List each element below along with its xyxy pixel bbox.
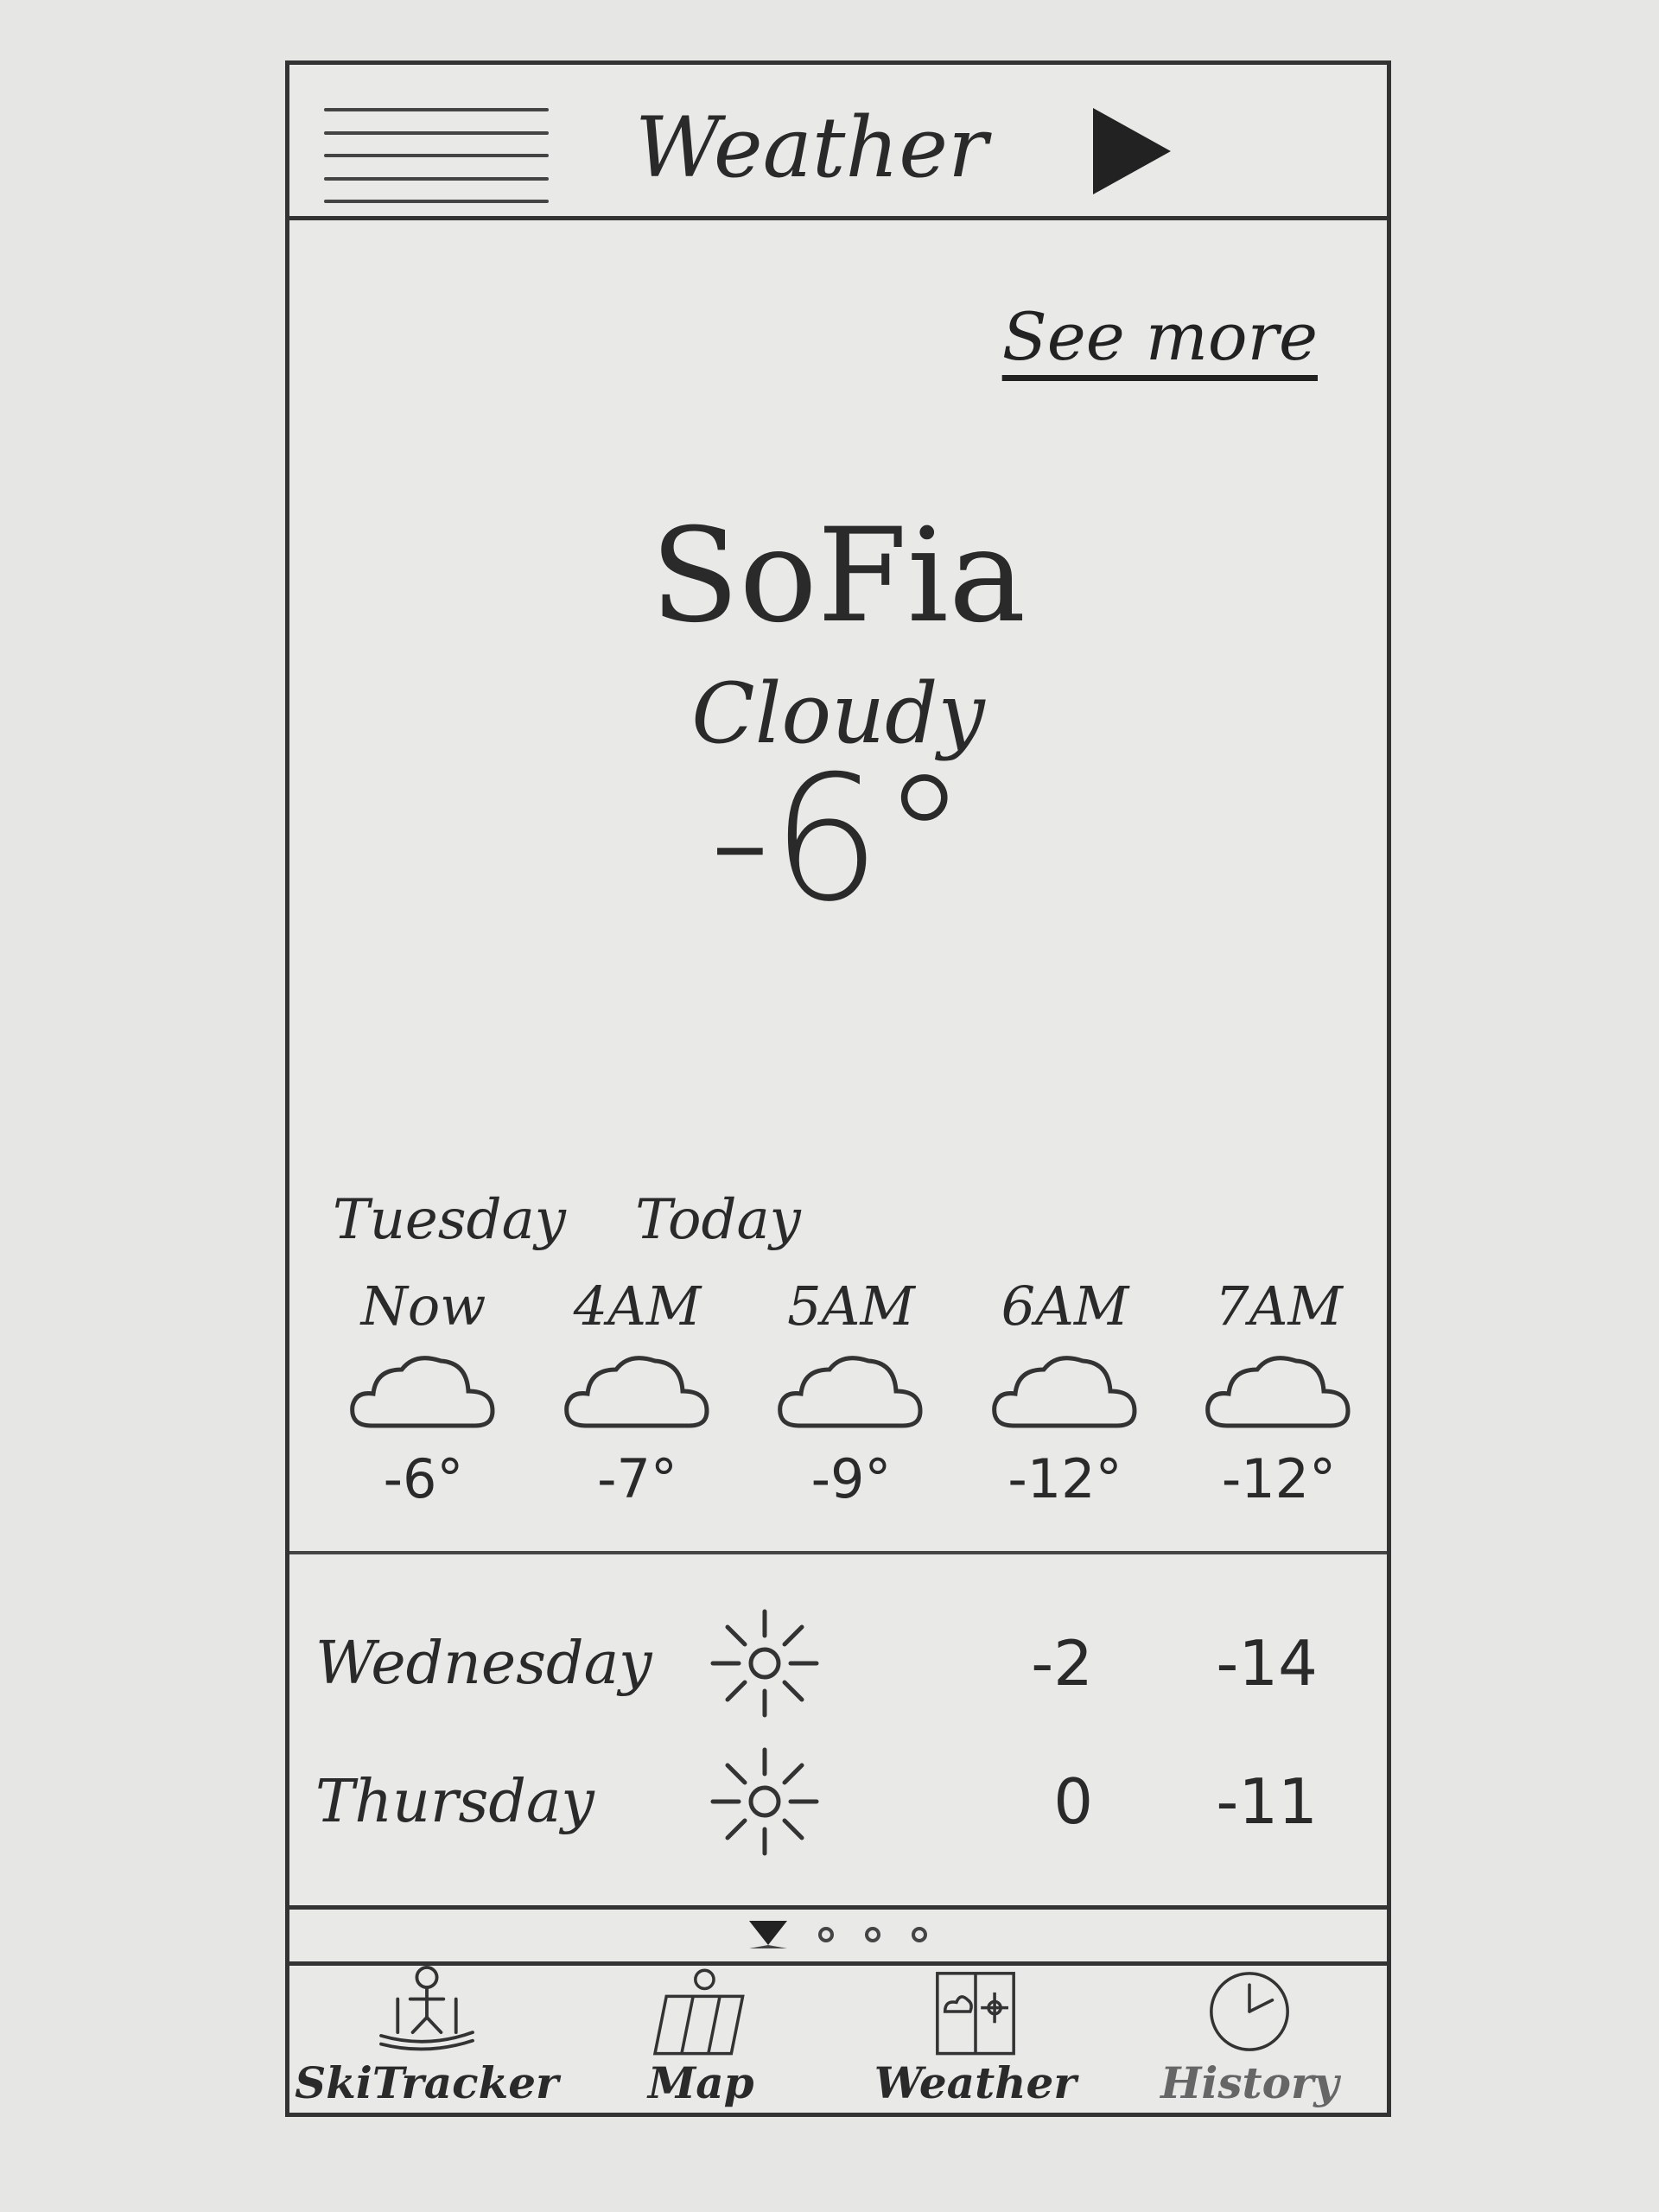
hour-temperature: -12° — [1007, 1447, 1122, 1510]
hourly-item: 4AM -7° — [538, 1274, 737, 1542]
daily-high: -2 — [1031, 1627, 1093, 1700]
daily-day-name: Thursday — [315, 1767, 594, 1836]
page-indicator[interactable] — [289, 1921, 1387, 1948]
city-name: SoFia — [650, 501, 1027, 652]
hour-time: 5AM — [787, 1274, 915, 1338]
cloud-icon — [778, 1356, 923, 1428]
skier-icon — [378, 1966, 474, 2051]
hourly-item: 5AM -9° — [752, 1274, 950, 1542]
cloud-icon — [350, 1356, 495, 1428]
divider — [289, 1905, 1387, 1910]
clock-icon — [1210, 1972, 1290, 2051]
page-dot[interactable] — [818, 1927, 834, 1942]
tab-label: Weather — [874, 2057, 1077, 2108]
tab-label: Map — [647, 2057, 754, 2108]
daily-forecast: Wednesday -2 -14 Thursday 0 -11 — [315, 1594, 1335, 1871]
header-title: Weather — [635, 99, 988, 196]
map-icon — [653, 1968, 745, 2056]
current-weather: SoFia Cloudy -6° — [289, 505, 1387, 926]
page-dot[interactable] — [912, 1927, 927, 1942]
hour-temperature: -12° — [1221, 1447, 1337, 1510]
hour-temperature: -9° — [810, 1447, 892, 1510]
page-dot-active[interactable] — [749, 1921, 787, 1948]
tab-map[interactable]: Map — [564, 1966, 839, 2117]
hourly-item: 7AM -12° — [1179, 1274, 1378, 1542]
bottom-tab-bar: SkiTracker Map Weather History — [289, 1966, 1387, 2117]
divider — [289, 1551, 1387, 1554]
hour-time: 6AM — [1001, 1274, 1129, 1338]
app-header: Weather — [289, 65, 1387, 220]
sun-icon — [710, 1747, 819, 1856]
tab-history[interactable]: History — [1113, 1966, 1388, 2117]
hourly-item: 6AM -12° — [966, 1274, 1165, 1542]
hour-time: 7AM — [1215, 1274, 1343, 1338]
hour-temperature: -6° — [383, 1447, 464, 1510]
hourly-forecast[interactable]: Now -6° 4AM -7° 5AM -9° 6AM -12° 7AM -12… — [324, 1274, 1378, 1542]
day-label-today: Today — [635, 1188, 801, 1252]
daily-row: Thursday 0 -11 — [315, 1732, 1335, 1871]
daily-day-name: Wednesday — [315, 1629, 652, 1698]
current-temperature: -6° — [709, 739, 968, 940]
daily-row: Wednesday -2 -14 — [315, 1594, 1335, 1732]
tab-weather[interactable]: Weather — [838, 1966, 1113, 2117]
day-labels: Tuesday Today — [333, 1188, 853, 1252]
daily-high: 0 — [1053, 1765, 1093, 1838]
sun-icon — [710, 1609, 819, 1718]
daily-low: -11 — [1216, 1765, 1318, 1838]
tab-skitracker[interactable]: SkiTracker — [289, 1966, 564, 2117]
hour-time: 4AM — [573, 1274, 702, 1338]
phone-frame: Weather See more SoFia Cloudy -6° Tuesda… — [285, 60, 1391, 2117]
weather-icon — [935, 1972, 1015, 2056]
cloud-icon — [563, 1356, 709, 1428]
hourly-item: Now -6° — [324, 1274, 523, 1542]
tab-label: History — [1160, 2057, 1339, 2108]
tab-label: SkiTracker — [295, 2057, 559, 2108]
daily-low: -14 — [1216, 1627, 1318, 1700]
cloud-icon — [991, 1356, 1137, 1428]
cloud-icon — [1205, 1356, 1351, 1428]
page-dot[interactable] — [865, 1927, 880, 1942]
menu-icon[interactable] — [324, 108, 549, 203]
play-icon[interactable] — [1093, 108, 1171, 194]
day-label-weekday: Tuesday — [333, 1188, 566, 1252]
hour-temperature: -7° — [597, 1447, 677, 1510]
see-more-link[interactable]: See more — [1002, 298, 1318, 375]
hour-time: Now — [360, 1274, 486, 1338]
